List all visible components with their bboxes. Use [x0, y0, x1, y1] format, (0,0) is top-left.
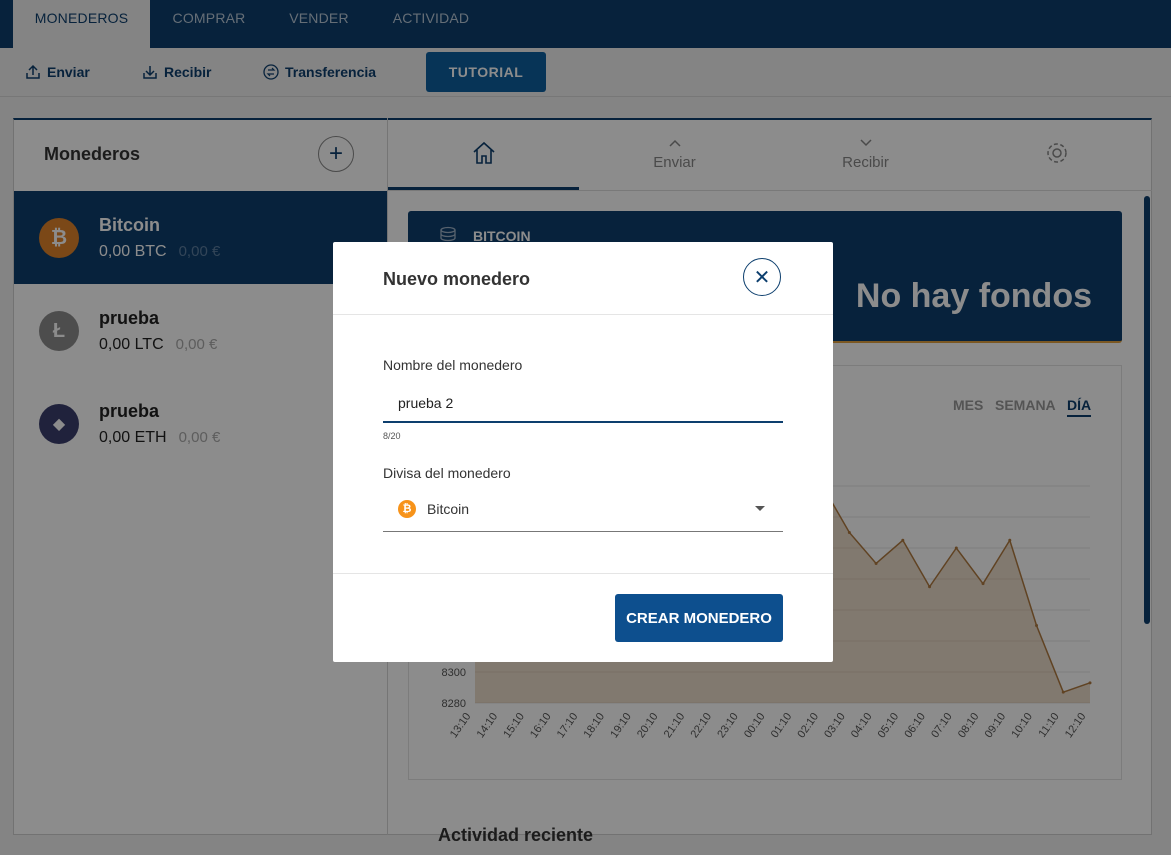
wallet-name-label: Nombre del monedero	[383, 357, 523, 373]
bitcoin-coin-icon: ₿	[398, 500, 416, 518]
currency-select[interactable]: ₿ Bitcoin	[383, 492, 783, 532]
char-counter: 8/20	[383, 431, 401, 441]
create-wallet-button[interactable]: CREAR MONEDERO	[615, 594, 783, 642]
divider	[333, 314, 833, 315]
divider	[333, 573, 833, 574]
close-button[interactable]: ✕	[743, 258, 781, 296]
close-icon: ✕	[753, 266, 771, 289]
new-wallet-dialog: Nuevo monedero ✕ Nombre del monedero 8/2…	[333, 242, 833, 662]
currency-value: Bitcoin	[427, 501, 470, 517]
wallet-name-input[interactable]	[383, 385, 783, 423]
currency-label: Divisa del monedero	[383, 465, 511, 481]
dialog-title: Nuevo monedero	[383, 269, 531, 289]
dropdown-arrow-icon	[755, 506, 765, 511]
